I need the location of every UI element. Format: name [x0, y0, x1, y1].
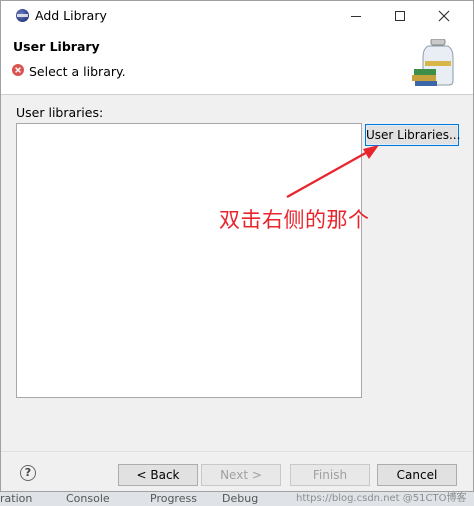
- status-message: Select a library.: [29, 64, 126, 79]
- maximize-button[interactable]: [378, 1, 422, 31]
- watermark: https://blog.csdn.net @51CTO博客: [296, 493, 467, 504]
- minimize-button[interactable]: [334, 1, 378, 31]
- close-icon: [438, 10, 450, 22]
- close-button[interactable]: [422, 1, 466, 31]
- add-library-dialog: Add Library User Library Select a librar…: [0, 0, 474, 492]
- bg-tab-configuration: ration: [0, 492, 33, 505]
- bg-tab-console: Console: [66, 492, 110, 505]
- finish-button[interactable]: Finish: [290, 464, 370, 486]
- back-button[interactable]: < Back: [118, 464, 198, 486]
- cancel-button[interactable]: Cancel: [377, 464, 457, 486]
- annotation-arrow: [286, 145, 379, 198]
- next-button[interactable]: Next >: [201, 464, 281, 486]
- library-jar-icon: [412, 39, 454, 86]
- window-title: Add Library: [35, 8, 107, 23]
- bg-tab-progress: Progress: [150, 492, 197, 505]
- footer-divider: [1, 451, 473, 452]
- eclipse-icon: [16, 9, 29, 22]
- libraries-label: User libraries:: [16, 105, 104, 120]
- help-icon[interactable]: ?: [20, 465, 36, 481]
- wizard-header: User Library Select a library.: [1, 31, 473, 95]
- title-bar: Add Library: [1, 1, 473, 31]
- annotation-text: 双击右侧的那个: [219, 208, 370, 232]
- page-title: User Library: [13, 39, 100, 54]
- bg-tab-debug: Debug: [222, 492, 259, 505]
- error-icon: [12, 64, 24, 76]
- background-window-strip: ration Console Progress Debug https://bl…: [0, 492, 474, 506]
